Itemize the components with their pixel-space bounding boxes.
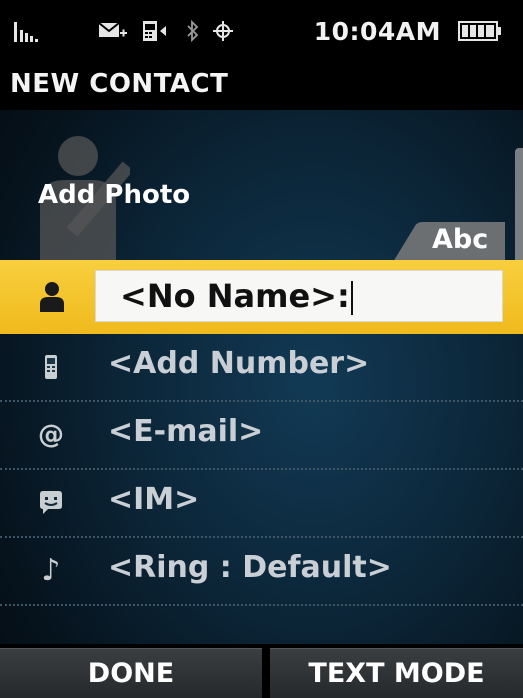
phone-icon [45,355,57,379]
status-time: 10:04AM [313,17,441,46]
name-input[interactable]: <No Name>: [95,270,503,322]
name-input-value: <No Name>: [120,277,350,315]
im-field-row[interactable]: <IM> [0,470,523,538]
email-field-row[interactable]: @ <E-mail> [0,402,523,470]
music-note-icon: ♪ [41,553,61,588]
number-field-label: <Add Number> [108,346,370,381]
phone-memory-icon [142,20,168,47]
bluetooth-icon [186,19,200,47]
text-mode-button[interactable]: TEXT MODE [270,648,523,698]
gps-icon [212,20,234,47]
title-bar: NEW CONTACT [0,60,523,110]
battery-icon [458,21,502,46]
ringtone-field-label: <Ring : Default> [108,550,392,585]
chat-bubble-icon [40,491,62,514]
person-icon [40,282,64,312]
name-field-row[interactable]: <No Name>: [0,260,523,334]
scrollbar[interactable] [515,148,523,278]
signal-icon [14,20,40,47]
message-icon [98,20,128,47]
done-button[interactable]: DONE [0,648,262,698]
at-sign-icon: @ [38,420,64,450]
phone-screen: 10:04AM NEW CONTACT Add Photo Abc <No Na… [0,0,523,698]
input-mode-label: Abc [432,224,489,255]
ringtone-field-row[interactable]: ♪ <Ring : Default> [0,538,523,606]
email-field-label: <E-mail> [108,414,264,449]
status-bar: 10:04AM [0,0,523,60]
softkey-bar: DONE TEXT MODE [0,644,523,698]
number-field-row[interactable]: <Add Number> [0,334,523,402]
text-caret [350,281,353,315]
page-title: NEW CONTACT [10,69,229,99]
im-field-label: <IM> [108,482,200,517]
add-photo-label: Add Photo [38,180,191,210]
